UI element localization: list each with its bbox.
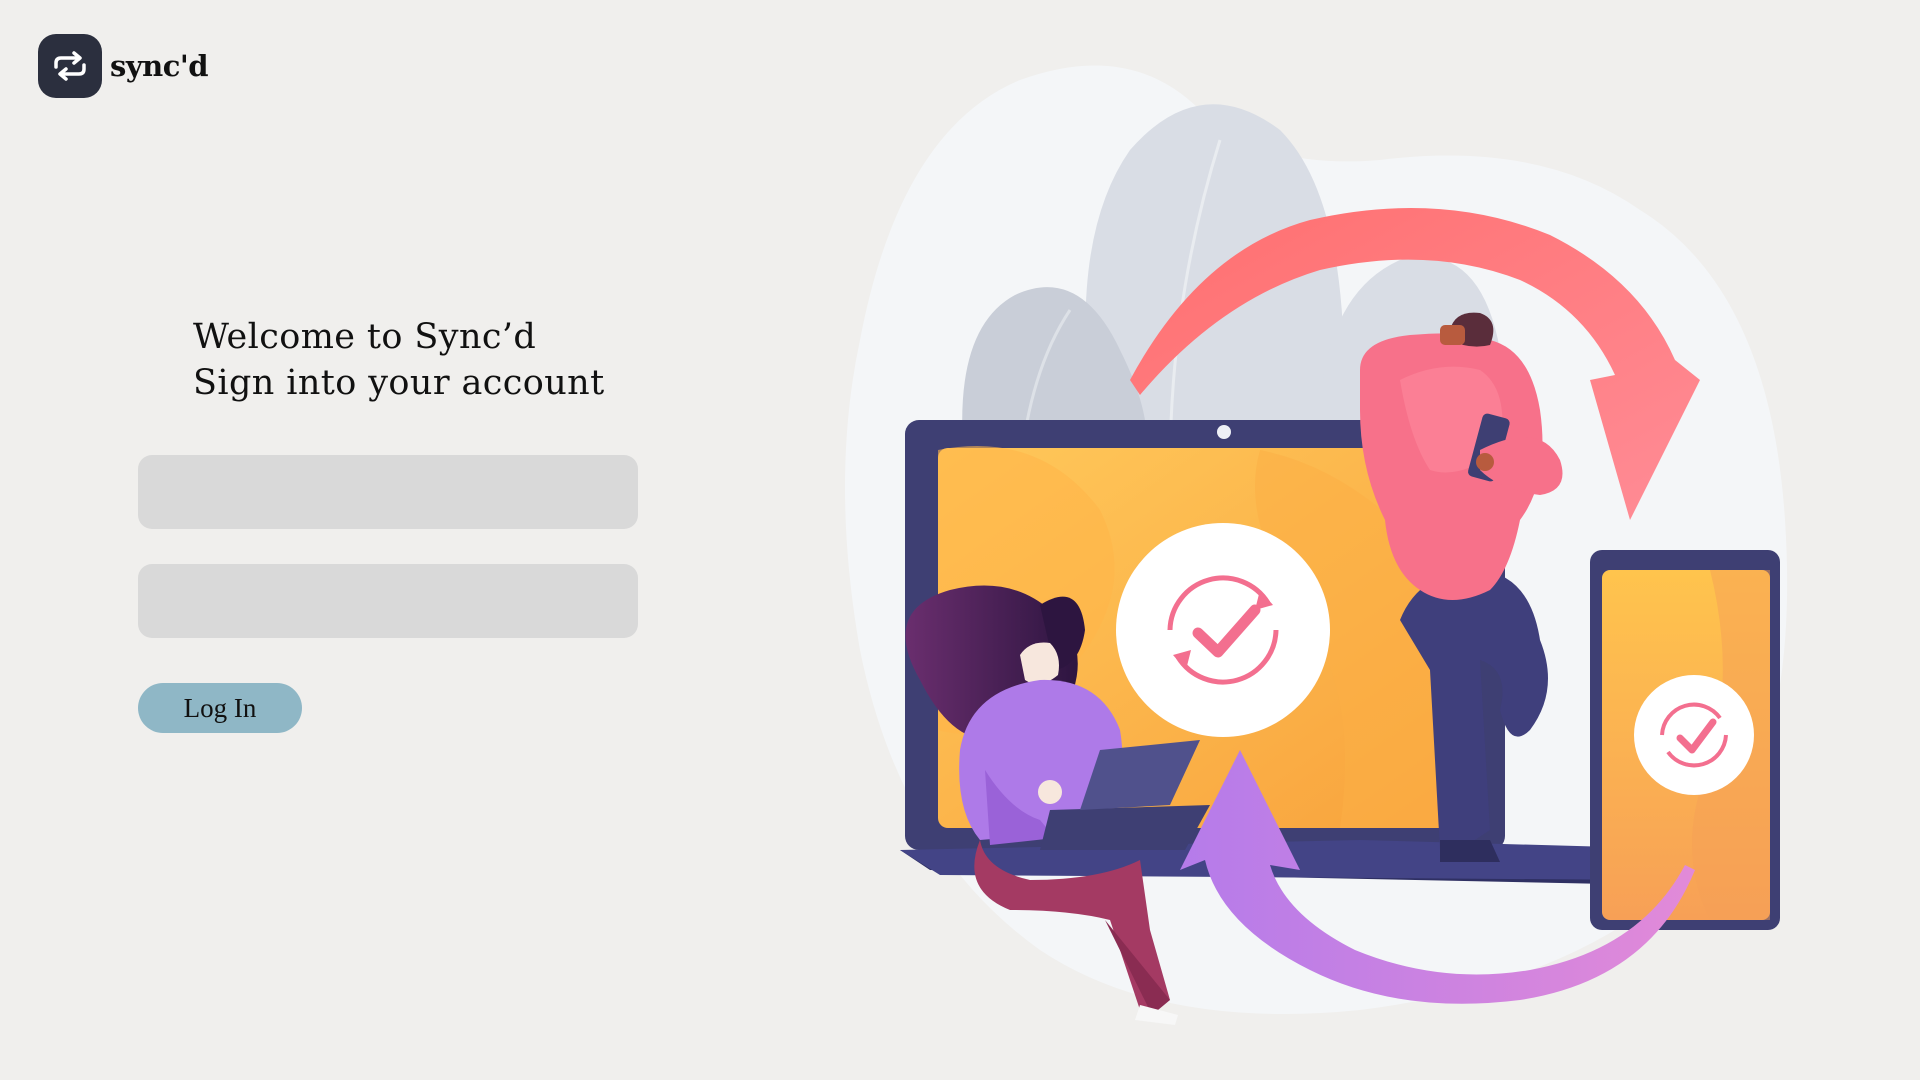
signin-subtitle: Sign into your account [193,363,605,403]
brand-logo[interactable]: sync'd [38,34,209,98]
sync-check-icon [1116,523,1330,737]
sync-arrows-icon [38,34,102,98]
username-input[interactable] [138,455,638,529]
welcome-line: Welcome to Sync’d [193,317,537,357]
login-page: sync'd Welcome to Sync’d Sign into your … [0,0,1920,1080]
sync-illustration [840,50,1840,1030]
password-input[interactable] [138,564,638,638]
brand-name: sync'd [110,49,209,83]
login-button[interactable]: Log In [138,683,302,733]
welcome-heading: Welcome to Sync’d Sign into your account [193,314,605,406]
